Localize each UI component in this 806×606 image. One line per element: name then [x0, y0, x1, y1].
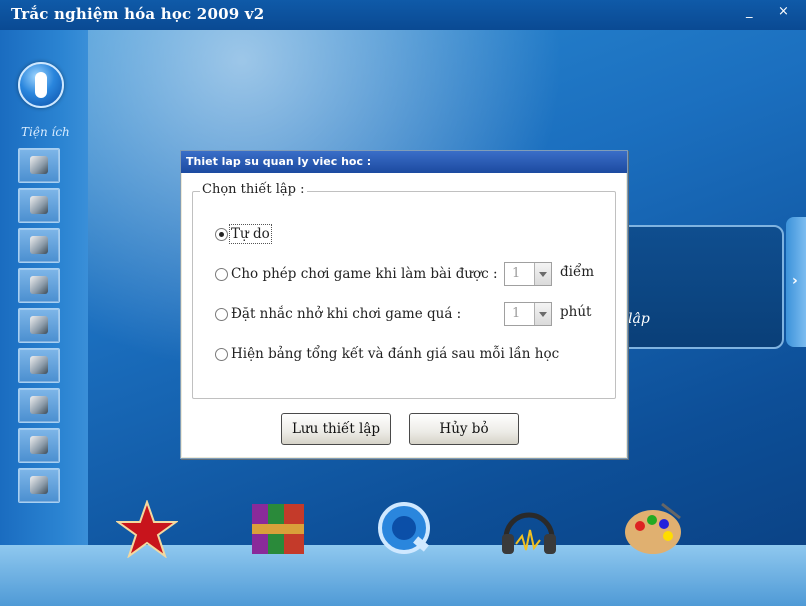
minutes-select-value: 1: [512, 306, 521, 321]
minutes-select[interactable]: 1: [504, 302, 552, 326]
quicktime-icon[interactable]: [374, 500, 436, 558]
main-window: Trắc nghiệm hóa học 2009 v2 _ × Tiện ích…: [0, 0, 806, 606]
archive-icon[interactable]: [248, 500, 310, 558]
expand-panel-button[interactable]: ›: [786, 217, 806, 347]
score-select[interactable]: 1: [504, 262, 552, 286]
dialog-title-bar: Thiet lap su quan ly viec hoc :: [181, 151, 627, 173]
settings-dialog: Thiet lap su quan ly viec hoc : Chọn thi…: [180, 150, 628, 459]
save-settings-button[interactable]: Lưu thiết lập: [281, 413, 391, 445]
molecule-icon[interactable]: [18, 228, 60, 263]
radio-button[interactable]: [215, 348, 228, 361]
edit-icon[interactable]: [18, 428, 60, 463]
minutes-unit: phút: [560, 304, 592, 320]
radio-button[interactable]: [215, 308, 228, 321]
window-title: Trắc nghiệm hóa học 2009 v2: [11, 5, 265, 23]
option-label: Cho phép chơi game khi làm bài được :: [231, 266, 498, 282]
app-logo-icon[interactable]: [18, 62, 64, 108]
usb-drive-icon[interactable]: [18, 148, 60, 183]
headphones-icon[interactable]: [498, 500, 560, 558]
table-icon[interactable]: [18, 308, 60, 343]
radio-button[interactable]: [215, 228, 228, 241]
chip-icon[interactable]: [18, 188, 60, 223]
option-label: Đặt nhắc nhở khi chơi game quá :: [231, 306, 462, 322]
score-unit: điểm: [560, 264, 595, 280]
books-icon[interactable]: [18, 348, 60, 383]
chevron-down-icon[interactable]: [534, 303, 551, 325]
dialog-title: Thiet lap su quan ly viec hoc :: [186, 155, 372, 168]
info-panel-text: lập: [628, 311, 650, 327]
groupbox-label: Chọn thiết lập :: [200, 182, 307, 197]
cancel-button[interactable]: Hủy bỏ: [409, 413, 519, 445]
dialog-body: Chọn thiết lập : Tự do Cho phép chơi gam…: [182, 173, 626, 457]
settings-groupbox: Chọn thiết lập : Tự do Cho phép chơi gam…: [192, 182, 616, 399]
score-select-value: 1: [512, 266, 521, 281]
minimize-button[interactable]: _: [746, 4, 753, 19]
monitor-icon[interactable]: [18, 268, 60, 303]
palette-icon[interactable]: [622, 500, 684, 558]
disk-icon[interactable]: [18, 468, 60, 503]
radio-button[interactable]: [215, 268, 228, 281]
star-icon[interactable]: [116, 500, 178, 558]
option-label: Tự do: [229, 224, 272, 244]
chevron-down-icon[interactable]: [534, 263, 551, 285]
close-button[interactable]: ×: [778, 4, 789, 19]
chevron-right-icon: ›: [792, 273, 798, 289]
option-label: Hiện bảng tổng kết và đánh giá sau mỗi l…: [231, 346, 560, 362]
title-bar: Trắc nghiệm hóa học 2009 v2 _ ×: [0, 0, 806, 30]
atom-icon[interactable]: [18, 388, 60, 423]
sidebar-heading: Tiện ích: [21, 125, 70, 139]
